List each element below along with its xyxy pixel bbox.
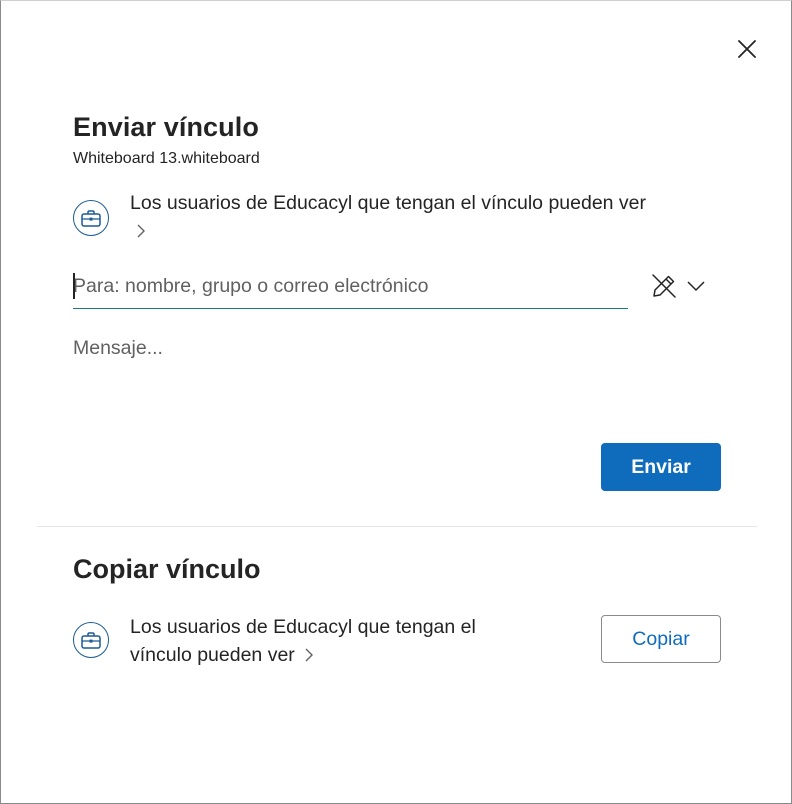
recipients-field[interactable] [73,269,628,309]
copy-permission-line2: vínculo pueden ver [130,644,295,666]
copy-link-title: Copiar vínculo [73,554,261,584]
close-icon [738,40,756,58]
close-button[interactable] [730,32,764,66]
copy-permission-line1: Los usuarios de Educacyl que tengan el [130,616,476,638]
send-permission-link[interactable]: Los usuarios de Educacyl que tengan el v… [130,189,690,246]
send-permission-text: Los usuarios de Educacyl que tengan el v… [130,192,647,214]
send-button[interactable]: Enviar [601,443,721,491]
file-name: Whiteboard 13.whiteboard [73,150,260,167]
message-input[interactable] [73,337,713,417]
share-dialog: Enviar vínculo Whiteboard 13.whiteboard … [0,0,792,804]
link-settings-button[interactable] [651,269,713,303]
chevron-right-icon [304,642,314,670]
recipients-input[interactable] [73,269,628,303]
chevron-down-icon [687,281,705,292]
copy-permission-link[interactable]: Los usuarios de Educacyl que tengan el v… [130,613,550,670]
chevron-right-icon [136,218,146,246]
send-link-title: Enviar vínculo [73,112,259,142]
pencil-slash-icon [652,274,676,298]
text-caret [73,273,75,299]
briefcase-icon [73,200,109,236]
briefcase-icon [73,622,109,658]
copy-button[interactable]: Copiar [601,615,721,663]
section-divider [37,526,757,527]
